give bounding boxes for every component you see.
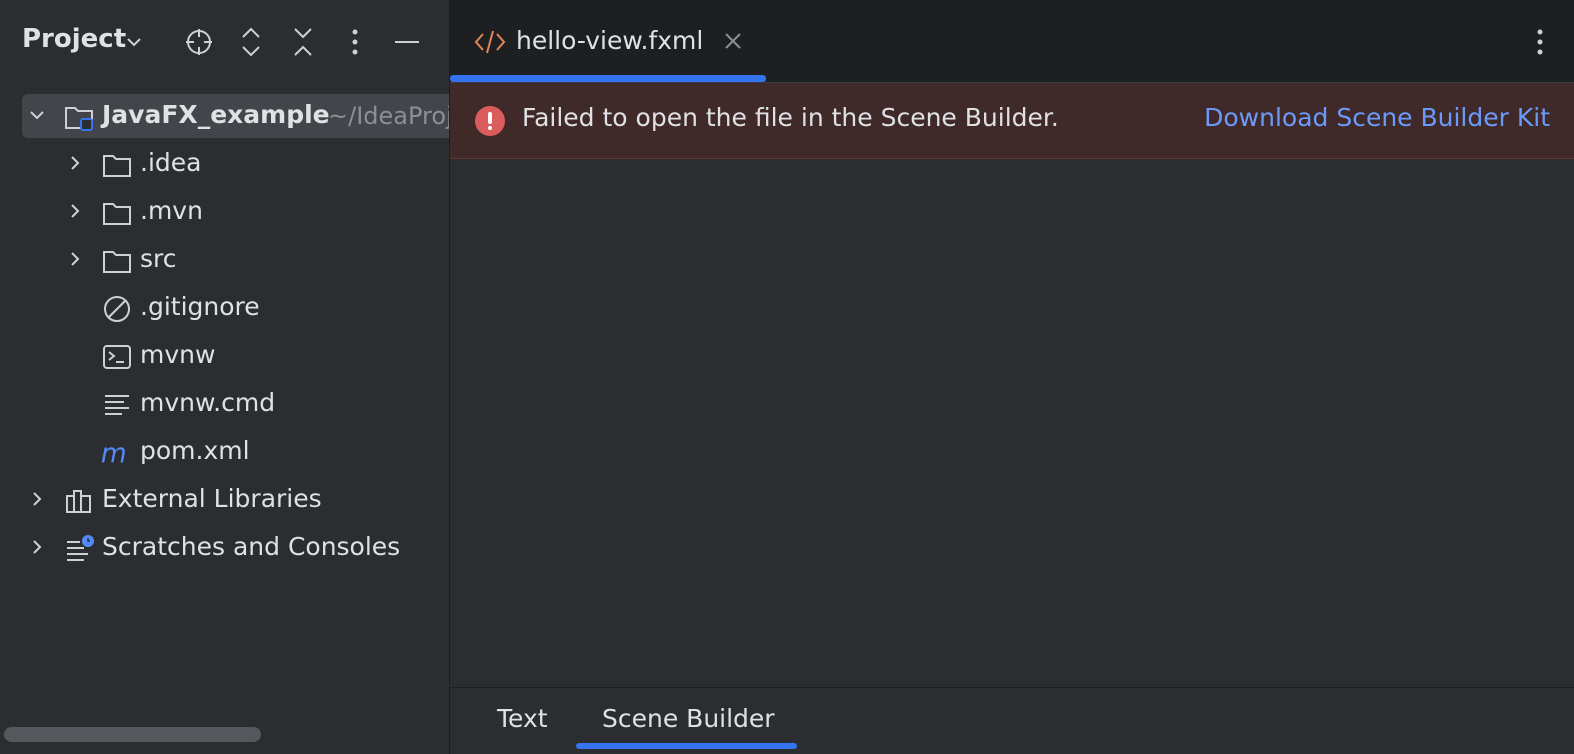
tree-item-src[interactable]: src bbox=[0, 236, 449, 282]
more-vertical-icon[interactable] bbox=[1525, 26, 1555, 58]
chevron-right-icon[interactable] bbox=[28, 538, 46, 556]
chevron-right-icon[interactable] bbox=[66, 154, 84, 172]
root-project-path: ~/IdeaProjects/JavaFX_example bbox=[328, 102, 450, 130]
text-file-icon bbox=[105, 395, 129, 415]
download-scene-builder-link[interactable]: Download Scene Builder Kit bbox=[1204, 103, 1550, 132]
tree-item-scratches[interactable]: Scratches and Consoles bbox=[0, 524, 449, 570]
chevron-right-icon[interactable] bbox=[28, 490, 46, 508]
tree-item-external-libraries[interactable]: External Libraries bbox=[0, 476, 449, 522]
tree-root-row[interactable]: JavaFX_example ~/IdeaProjects/JavaFX_exa… bbox=[0, 92, 449, 138]
active-bottom-tab-indicator bbox=[576, 743, 797, 749]
tree-item-label: .mvn bbox=[140, 196, 203, 225]
chevron-down-icon[interactable] bbox=[28, 106, 46, 124]
svg-text:m: m bbox=[101, 438, 127, 468]
chevron-right-icon[interactable] bbox=[66, 202, 84, 220]
project-tool-window: Project JavaFX_example ~/IdeaProj .idea … bbox=[0, 0, 450, 754]
collapse-all-icon[interactable] bbox=[286, 24, 320, 60]
project-title[interactable]: Project bbox=[22, 24, 126, 54]
tree-item-label: .gitignore bbox=[140, 292, 260, 321]
tree-item-mvn[interactable]: .mvn bbox=[0, 188, 449, 234]
horizontal-scrollbar[interactable] bbox=[4, 727, 261, 742]
editor-bottom-tabs: Text Scene Builder bbox=[450, 688, 1574, 754]
tree-item-label: pom.xml bbox=[140, 436, 250, 465]
tree-item-mvnw[interactable]: mvnw bbox=[0, 332, 449, 378]
tree-item-gitignore[interactable]: .gitignore bbox=[0, 284, 449, 330]
tab-text[interactable]: Text bbox=[497, 704, 548, 733]
root-project-name: JavaFX_example bbox=[102, 100, 330, 129]
tree-item-label: .idea bbox=[140, 148, 202, 177]
chevron-down-icon[interactable] bbox=[124, 32, 144, 52]
banner-message: Failed to open the file in the Scene Bui… bbox=[522, 103, 1059, 132]
tree-item-idea[interactable]: .idea bbox=[0, 140, 449, 186]
error-notification-banner: Failed to open the file in the Scene Bui… bbox=[450, 83, 1574, 159]
scratches-icon bbox=[67, 535, 94, 561]
active-tab-indicator bbox=[450, 75, 766, 82]
tree-item-label: External Libraries bbox=[102, 484, 322, 513]
tree-item-label: src bbox=[140, 244, 177, 273]
tree-item-label: Scratches and Consoles bbox=[102, 532, 401, 561]
tree-item-label: mvnw.cmd bbox=[140, 388, 276, 417]
tab-scene-builder[interactable]: Scene Builder bbox=[602, 704, 775, 733]
xml-file-icon bbox=[474, 30, 506, 54]
chevron-right-icon[interactable] bbox=[66, 250, 84, 268]
module-folder-icon bbox=[65, 107, 93, 131]
ignore-file-icon bbox=[104, 296, 130, 322]
tree-item-mvnw-cmd[interactable]: mvnw.cmd bbox=[0, 380, 449, 426]
locate-icon[interactable] bbox=[182, 24, 216, 60]
minimize-icon[interactable] bbox=[390, 24, 424, 60]
libraries-icon bbox=[66, 490, 91, 513]
tree-item-pom[interactable]: m pom.xml bbox=[0, 428, 449, 474]
folder-icon bbox=[103, 203, 131, 225]
editor-tab-hello-view[interactable]: hello-view.fxml bbox=[450, 0, 766, 82]
maven-icon: m bbox=[101, 438, 127, 468]
tree-item-label: mvnw bbox=[140, 340, 216, 369]
folder-icon bbox=[103, 155, 131, 177]
project-header: Project bbox=[0, 0, 449, 84]
close-icon[interactable] bbox=[722, 30, 744, 52]
more-vertical-icon[interactable] bbox=[338, 24, 372, 60]
expand-all-icon[interactable] bbox=[234, 24, 268, 60]
scene-builder-content bbox=[450, 159, 1574, 687]
tab-label: hello-view.fxml bbox=[516, 26, 704, 55]
folder-icon bbox=[103, 251, 131, 273]
editor-area: hello-view.fxml Failed to open the file … bbox=[450, 0, 1574, 754]
editor-tab-bar: hello-view.fxml bbox=[450, 0, 1574, 83]
shell-script-icon bbox=[103, 345, 131, 369]
error-icon bbox=[475, 106, 505, 136]
